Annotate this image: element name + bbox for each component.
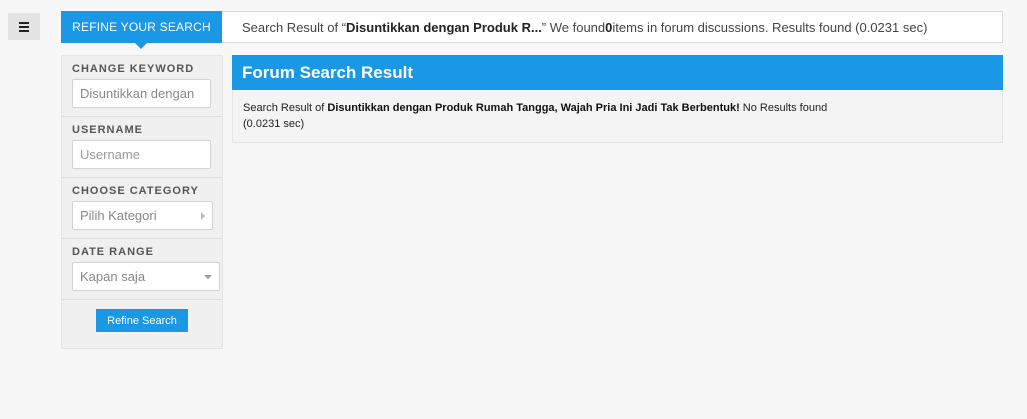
summary-mid: ” We found bbox=[541, 19, 606, 35]
keyword-section: CHANGE KEYWORD bbox=[62, 56, 222, 117]
username-input[interactable] bbox=[72, 140, 211, 169]
chevron-right-icon bbox=[201, 211, 205, 220]
username-section: USERNAME bbox=[62, 117, 222, 178]
category-select-value: Pilih Kategori bbox=[80, 208, 157, 223]
panel-title: Forum Search Result bbox=[232, 55, 1003, 90]
date-range-select[interactable]: Kapan saja bbox=[72, 262, 220, 291]
date-range-select-value: Kapan saja bbox=[80, 269, 146, 284]
refine-sidebar: CHANGE KEYWORD USERNAME CHOOSE CATEGORY … bbox=[61, 55, 223, 349]
result-message: Search Result of Disuntikkan dengan Prod… bbox=[233, 90, 1002, 142]
username-label: USERNAME bbox=[72, 124, 143, 136]
summary-keyword: Disuntikkan dengan Produk R... bbox=[346, 19, 542, 35]
date-range-label: DATE RANGE bbox=[72, 246, 154, 258]
date-range-section: DATE RANGE Kapan saja bbox=[62, 239, 222, 300]
search-summary-text: Search Result of “Disuntikkan dengan Pro… bbox=[222, 12, 927, 42]
hamburger-menu-icon bbox=[19, 21, 29, 32]
category-select[interactable]: Pilih Kategori bbox=[72, 201, 213, 230]
caret-down-icon bbox=[135, 43, 147, 49]
search-summary-bar: REFINE YOUR SEARCH Search Result of “Dis… bbox=[61, 11, 1003, 49]
result-keyword: Disuntikkan dengan Produk Rumah Tangga, … bbox=[327, 102, 740, 114]
keyword-label: CHANGE KEYWORD bbox=[72, 63, 195, 75]
refine-your-search-tab[interactable]: REFINE YOUR SEARCH bbox=[61, 11, 222, 49]
summary-count: 0 bbox=[605, 19, 613, 35]
summary-prefix: Search Result of “ bbox=[242, 19, 347, 35]
result-prefix: Search Result of bbox=[243, 102, 328, 114]
refine-search-button[interactable]: Refine Search bbox=[96, 309, 188, 332]
chevron-down-icon bbox=[204, 274, 212, 279]
refine-tab-label: REFINE YOUR SEARCH bbox=[72, 20, 211, 34]
keyword-input[interactable] bbox=[72, 79, 211, 108]
category-label: CHOOSE CATEGORY bbox=[72, 185, 199, 197]
menu-button[interactable] bbox=[8, 13, 40, 40]
refine-button-wrap: Refine Search bbox=[62, 300, 222, 332]
result-time: (0.0231 sec) bbox=[243, 118, 305, 130]
category-section: CHOOSE CATEGORY Pilih Kategori bbox=[62, 178, 222, 239]
forum-search-result-panel: Forum Search Result Search Result of Dis… bbox=[232, 55, 1003, 143]
summary-suffix: items in forum discussions. Results foun… bbox=[612, 19, 928, 35]
result-suffix: No Results found bbox=[739, 102, 828, 114]
